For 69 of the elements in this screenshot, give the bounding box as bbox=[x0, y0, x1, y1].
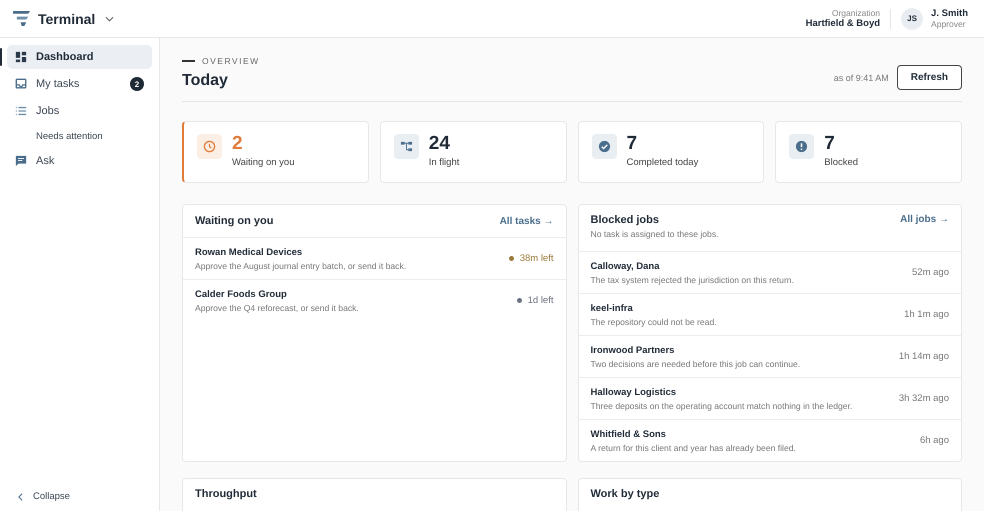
sidebar-item-label: Dashboard bbox=[36, 51, 94, 63]
user-name: J. Smith bbox=[931, 8, 968, 20]
chat-icon bbox=[15, 155, 27, 167]
task-description: Approve the Q4 reforecast, or send it back. bbox=[195, 302, 359, 312]
card-title: Work by type bbox=[590, 488, 660, 500]
client-name: Calder Foods Group bbox=[195, 288, 288, 300]
sidebar-item-label: My tasks bbox=[36, 78, 80, 90]
card-title: Throughput bbox=[195, 488, 258, 500]
sidebar-item[interactable]: Dashboard bbox=[7, 45, 152, 69]
time-ago: 1h 14m ago bbox=[898, 351, 949, 362]
dashboard-icon bbox=[15, 51, 27, 63]
stat-value: 24 bbox=[428, 134, 451, 153]
sidebar-item[interactable]: Ask bbox=[7, 149, 152, 173]
time-left: 1d left bbox=[528, 295, 554, 306]
chevron-left-icon bbox=[18, 492, 23, 500]
time-ago: 52m ago bbox=[912, 267, 949, 278]
stat-label: Blocked bbox=[824, 157, 858, 168]
job-description: Two decisions are needed before this job can continue. bbox=[590, 358, 800, 368]
alert-circle-icon bbox=[795, 140, 808, 153]
organization-name: Hartfield & Boyd bbox=[806, 18, 880, 30]
sidebar-subitem[interactable]: Needs attention bbox=[7, 126, 152, 146]
panel-title: Waiting on you bbox=[195, 215, 274, 227]
time-ago: 3h 32m ago bbox=[898, 393, 949, 404]
panel-title: Blocked jobs bbox=[590, 214, 660, 226]
section-eyebrow: OVERVIEW bbox=[202, 56, 260, 66]
client-name: Rowan Medical Devices bbox=[195, 246, 304, 258]
all-jobs-link[interactable]: All jobs → bbox=[900, 214, 949, 225]
job-name: Calloway, Dana bbox=[590, 260, 661, 272]
app-title: Terminal bbox=[38, 10, 96, 26]
sidebar-item-label: Jobs bbox=[36, 105, 60, 117]
job-description: The tax system rejected the jurisdiction on this return. bbox=[590, 274, 794, 284]
panel-subtitle: No task is assigned to these jobs. bbox=[590, 229, 719, 239]
active-indicator bbox=[0, 48, 2, 66]
time-ago: 1h 1m ago bbox=[904, 309, 949, 320]
task-description: Approve the August journal entry batch, or send it back. bbox=[195, 260, 406, 270]
page-title: Today bbox=[182, 72, 229, 90]
hierarchy-icon bbox=[400, 140, 413, 153]
sidebar-item[interactable]: Jobs bbox=[7, 99, 152, 123]
user-avatar[interactable]: JS bbox=[901, 8, 924, 30]
stat-value: 2 bbox=[232, 134, 244, 153]
updated-time: as of 9:41 AM bbox=[834, 72, 889, 82]
job-name: Whitfield & Sons bbox=[590, 428, 667, 440]
stat-value: 7 bbox=[626, 134, 638, 153]
time-ago: 6h ago bbox=[920, 435, 949, 446]
stat-label: Completed today bbox=[626, 157, 698, 168]
stat-label: Waiting on you bbox=[232, 157, 294, 168]
clock-icon bbox=[203, 140, 216, 153]
user-role: Approver bbox=[931, 19, 966, 30]
job-description: A return for this client and year has already been filed. bbox=[590, 442, 796, 452]
logo-icon bbox=[13, 10, 32, 27]
time-left: 38m left bbox=[520, 253, 554, 264]
sidebar-item[interactable]: My tasks 2 bbox=[7, 72, 152, 96]
chevron-down-icon[interactable] bbox=[105, 16, 114, 22]
sidebar-item-label: Ask bbox=[36, 155, 56, 167]
job-description: Three deposits on the operating account match nothing in the ledger. bbox=[590, 400, 852, 410]
job-name: keel-infra bbox=[590, 302, 634, 314]
organization-label: Organization bbox=[832, 8, 880, 18]
check-circle-icon bbox=[598, 140, 610, 153]
stat-label: In flight bbox=[428, 157, 460, 168]
stat-value: 7 bbox=[824, 134, 836, 153]
list-icon bbox=[15, 105, 27, 117]
job-name: Halloway Logistics bbox=[590, 386, 678, 398]
collapse-button[interactable]: Collapse bbox=[18, 491, 159, 502]
all-tasks-link[interactable]: All tasks → bbox=[500, 216, 554, 226]
job-description: The repository could not be read. bbox=[590, 316, 717, 326]
job-name: Ironwood Partners bbox=[590, 344, 676, 356]
refresh-button[interactable]: Refresh bbox=[896, 65, 962, 90]
count-badge: 2 bbox=[130, 77, 144, 91]
inbox-icon bbox=[15, 78, 27, 90]
